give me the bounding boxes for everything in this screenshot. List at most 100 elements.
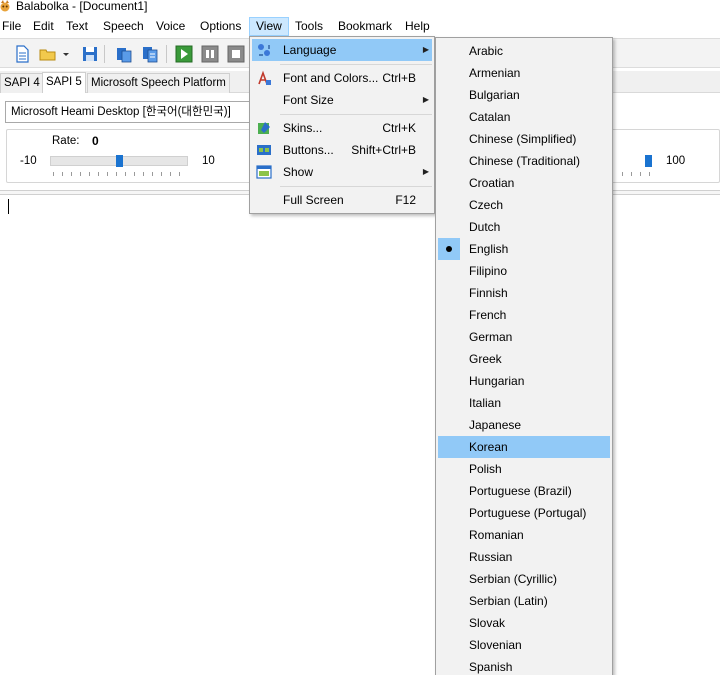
language-item-portuguese-portugal[interactable]: Portuguese (Portugal)	[438, 502, 610, 524]
language-item-italian[interactable]: Italian	[438, 392, 610, 414]
language-item-label: Polish	[469, 462, 502, 476]
language-item-romanian[interactable]: Romanian	[438, 524, 610, 546]
language-item-russian[interactable]: Russian	[438, 546, 610, 568]
language-item-spanish[interactable]: Spanish	[438, 656, 610, 675]
language-item-bulgarian[interactable]: Bulgarian	[438, 84, 610, 106]
open-folder-icon[interactable]	[38, 44, 58, 64]
language-item-label: Spanish	[469, 660, 513, 674]
language-item-filipino[interactable]: Filipino	[438, 260, 610, 282]
language-item-catalan[interactable]: Catalan	[438, 106, 610, 128]
language-submenu: Arabic Armenian Bulgarian Catalan Chinese (S…	[435, 37, 613, 675]
tab-sapi5[interactable]: SAPI 5	[42, 72, 86, 93]
language-item-label: Portuguese (Brazil)	[469, 484, 572, 498]
language-item-label: Croatian	[469, 176, 515, 190]
language-item-label: Slovak	[469, 616, 506, 630]
language-item-polish[interactable]: Polish	[438, 458, 610, 480]
menu-bookmark[interactable]: Bookmark	[332, 17, 398, 36]
save-icon[interactable]	[80, 44, 100, 64]
view-menu-item-label: Font and Colors...	[283, 71, 379, 85]
language-item-label: Russian	[469, 550, 513, 564]
menu-file[interactable]: File	[0, 17, 27, 36]
language-item-label: Finnish	[469, 286, 508, 300]
shortcut-label: Ctrl+B	[382, 71, 416, 85]
language-item-chinese-simplified[interactable]: Chinese (Simplified)	[438, 128, 610, 150]
view-menu-item-label: Buttons...	[283, 143, 334, 157]
new-document-icon[interactable]	[12, 44, 32, 64]
language-item-label: Dutch	[469, 220, 501, 234]
language-item-chinese-traditional[interactable]: Chinese (Traditional)	[438, 150, 610, 172]
submenu-arrow-icon: ▶	[422, 45, 429, 54]
language-item-serbian-latin[interactable]: Serbian (Latin)	[438, 590, 610, 612]
language-item-label: Romanian	[469, 528, 524, 542]
buttons-icon	[257, 145, 271, 155]
view-menu-item-label: Skins...	[283, 121, 323, 135]
language-item-portuguese-brazil[interactable]: Portuguese (Brazil)	[438, 480, 610, 502]
language-item-english[interactable]: English	[438, 238, 610, 260]
language-item-arabic[interactable]: Arabic	[438, 40, 610, 62]
menu-edit[interactable]: Edit	[27, 17, 60, 36]
language-item-slovak[interactable]: Slovak	[438, 612, 610, 634]
language-item-label: Italian	[469, 396, 502, 410]
stop-icon[interactable]	[226, 44, 246, 64]
menu-view[interactable]: View	[249, 17, 289, 36]
view-menu-item-language[interactable]: Language ▶	[252, 39, 432, 61]
language-item-hungarian[interactable]: Hungarian	[438, 370, 610, 392]
play-icon[interactable]	[174, 44, 194, 64]
rate-slider-thumb[interactable]	[115, 155, 123, 167]
view-menu-item-skins[interactable]: Skins... Ctrl+K	[252, 117, 432, 139]
language-item-greek[interactable]: Greek	[438, 348, 610, 370]
menu-speech[interactable]: Speech	[97, 17, 150, 36]
pause-icon[interactable]	[200, 44, 220, 64]
view-menu-item-buttons[interactable]: Buttons... Shift+Ctrl+B	[252, 139, 432, 161]
language-item-czech[interactable]: Czech	[438, 194, 610, 216]
submenu-arrow-icon: ▶	[422, 95, 429, 104]
rate-max-label: 10	[202, 155, 215, 167]
menu-text[interactable]: Text	[60, 17, 94, 36]
language-item-armenian[interactable]: Armenian	[438, 62, 610, 84]
language-item-label: Armenian	[469, 66, 521, 80]
language-item-label: Portuguese (Portugal)	[469, 506, 587, 520]
language-item-slovenian[interactable]: Slovenian	[438, 634, 610, 656]
menu-separator	[280, 114, 432, 115]
menu-voice[interactable]: Voice	[150, 17, 191, 36]
open-dropdown-icon[interactable]	[60, 44, 72, 64]
language-item-label: German	[469, 330, 513, 344]
language-item-french[interactable]: French	[438, 304, 610, 326]
menu-tools[interactable]: Tools	[289, 17, 329, 36]
view-menu-item-full-screen[interactable]: Full Screen F12	[252, 189, 432, 211]
language-item-japanese[interactable]: Japanese	[438, 414, 610, 436]
convert-files-icon[interactable]	[114, 44, 134, 64]
language-item-dutch[interactable]: Dutch	[438, 216, 610, 238]
tab-sapi4[interactable]: SAPI 4	[0, 73, 44, 93]
volume-slider-thumb[interactable]	[645, 155, 652, 167]
language-item-german[interactable]: German	[438, 326, 610, 348]
language-item-label: Slovenian	[469, 638, 522, 652]
language-icon	[258, 44, 270, 56]
language-item-korean[interactable]: Korean	[438, 436, 610, 458]
tab-speech-platform[interactable]: Microsoft Speech Platform	[87, 73, 230, 93]
shortcut-label: Ctrl+K	[382, 121, 416, 135]
text-editor-caret[interactable]	[8, 199, 9, 214]
language-item-label: French	[469, 308, 507, 322]
app-logo-icon	[0, 0, 10, 12]
batch-convert-icon[interactable]	[140, 44, 160, 64]
shortcut-label: F12	[395, 193, 416, 207]
voice-select[interactable]: Microsoft Heami Desktop [한국어(대한민국)]	[5, 101, 265, 123]
language-item-label: Bulgarian	[469, 88, 520, 102]
view-menu-item-label: Full Screen	[283, 193, 344, 207]
language-item-croatian[interactable]: Croatian	[438, 172, 610, 194]
language-item-serbian-cyrillic[interactable]: Serbian (Cyrillic)	[438, 568, 610, 590]
language-item-finnish[interactable]: Finnish	[438, 282, 610, 304]
rate-label: Rate:	[52, 135, 80, 147]
view-menu-item-font-colors[interactable]: Font and Colors... Ctrl+B	[252, 67, 432, 89]
view-menu-item-label: Show	[283, 165, 314, 179]
language-item-label: Arabic	[469, 44, 504, 58]
menu-options[interactable]: Options	[194, 17, 247, 36]
language-item-label: Hungarian	[469, 374, 525, 388]
view-menu-item-show[interactable]: Show ▶	[252, 161, 432, 183]
rate-min-label: -10	[20, 155, 37, 167]
menu-separator	[280, 186, 432, 187]
view-menu-item-font-size[interactable]: Font Size ▶	[252, 89, 432, 111]
show-icon	[256, 165, 272, 179]
menu-help[interactable]: Help	[399, 17, 436, 36]
